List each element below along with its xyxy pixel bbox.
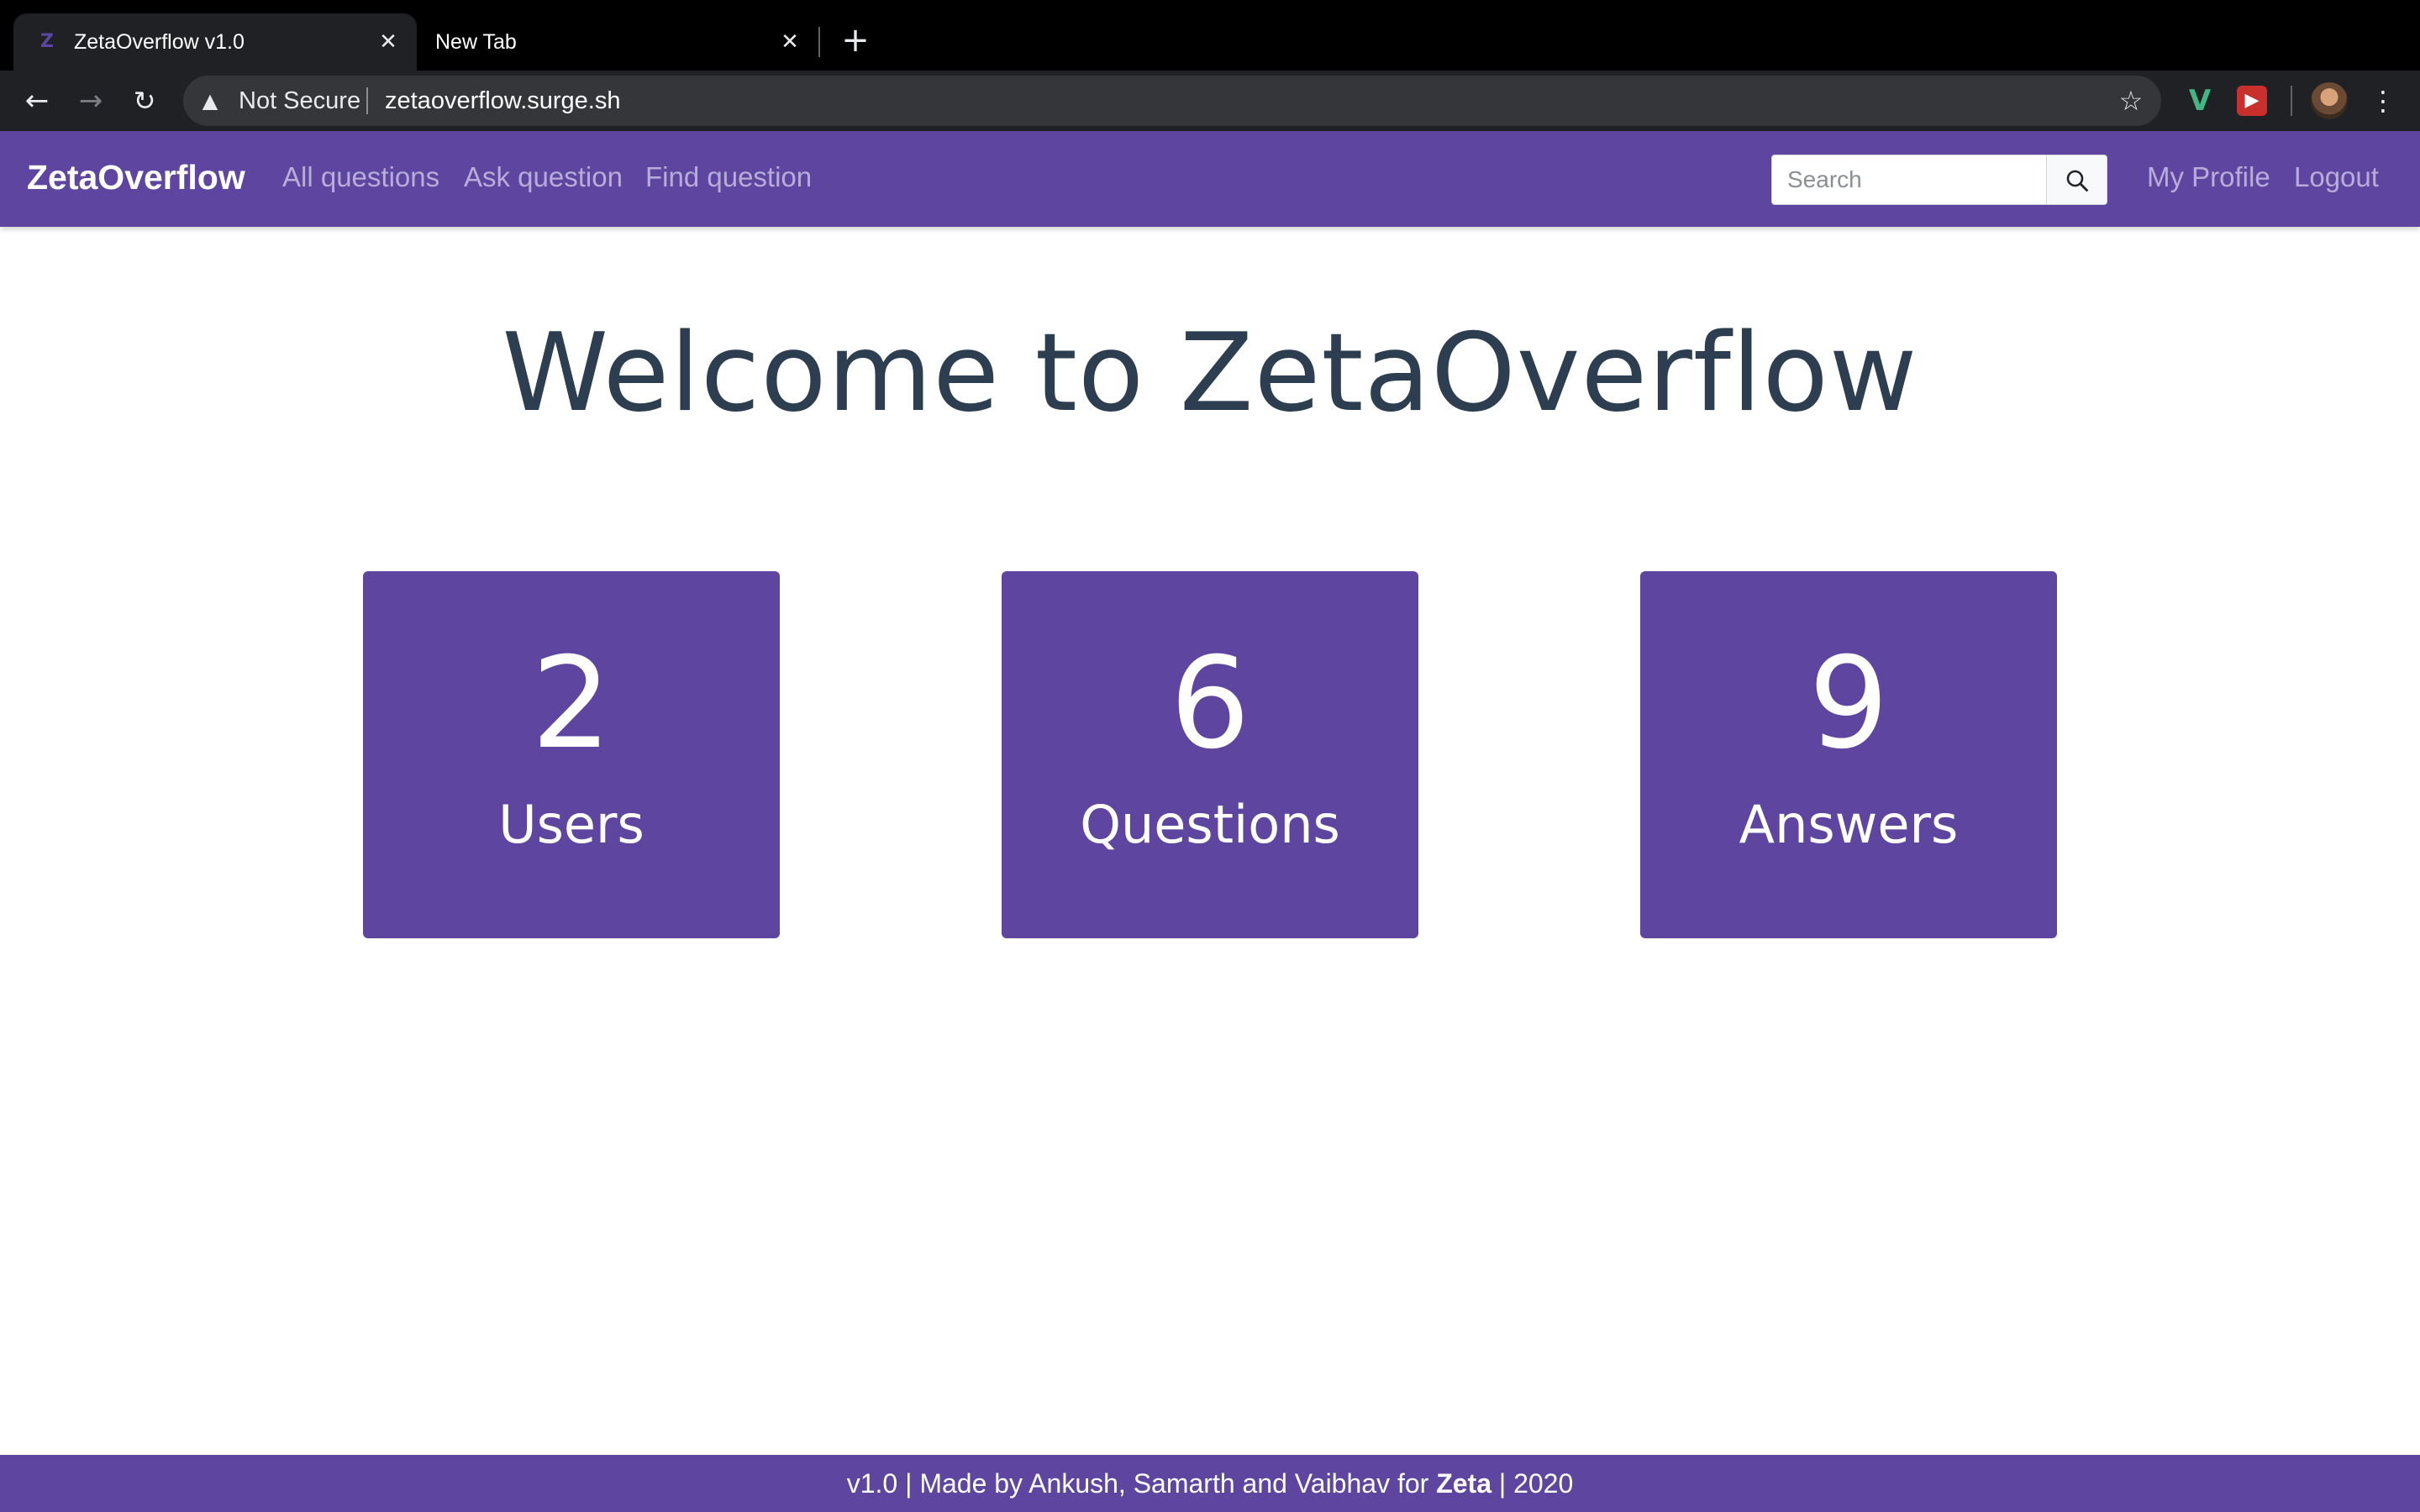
stat-card-questions: 6 Questions [1002,571,1418,938]
stat-label: Users [498,794,644,855]
warning-icon[interactable]: ▲ [198,89,222,113]
toolbar-separator [2291,86,2292,116]
tab-zetaoverflow[interactable]: Z ZetaOverflow v1.0 ✕ [13,13,417,71]
tab-title: New Tab [435,30,517,54]
url-text[interactable]: zetaoverflow.surge.sh [385,87,620,114]
footer-year: | 2020 [1491,1468,1574,1499]
stat-card-answers: 9 Answers [1640,571,2057,938]
back-arrow-icon[interactable]: ← [17,81,57,121]
app-navbar: ZetaOverflow All questions Ask question … [0,131,2420,227]
red-extension-icon[interactable]: ▶ [2237,86,2267,116]
stat-value: 9 [1808,631,1889,777]
security-status[interactable]: Not Secure [239,87,360,114]
close-tab-icon[interactable]: ✕ [375,29,402,55]
search-button[interactable] [2047,155,2107,205]
kebab-menu-icon[interactable]: ⋮ [2368,82,2398,119]
nav-logout[interactable]: Logout [2294,160,2379,195]
footer-credits: v1.0 | Made by Ankush, Samarth and Vaibh… [846,1468,1437,1499]
forward-arrow-icon[interactable]: → [71,81,111,121]
bookmark-star-icon[interactable]: ☆ [2116,86,2146,116]
nav-find-question[interactable]: Find question [645,160,812,195]
stat-value: 2 [531,631,612,777]
address-bar[interactable]: ▲ Not Secure zetaoverflow.surge.sh ☆ [183,76,2161,126]
zeta-favicon-icon: Z [40,31,54,52]
stat-label: Answers [1739,794,1959,855]
brand-logo[interactable]: ZetaOverflow [27,156,245,198]
nav-all-questions[interactable]: All questions [282,160,439,195]
address-divider [366,87,368,114]
browser-toolbar: ← → ↻ ▲ Not Secure zetaoverflow.surge.sh… [0,71,2420,131]
tab-title: ZetaOverflow v1.0 [74,30,245,54]
tab-separator [818,27,820,57]
footer-zeta: Zeta [1436,1468,1491,1499]
search-input[interactable] [1771,155,2047,205]
browser-tab-strip: Z ZetaOverflow v1.0 ✕ New Tab ✕ + [0,0,2420,71]
footer: v1.0 | Made by Ankush, Samarth and Vaibh… [0,1455,2420,1512]
stat-label: Questions [1080,794,1340,855]
nav-ask-question[interactable]: Ask question [464,160,623,195]
search-icon [2066,170,2088,192]
tab-new-tab[interactable]: New Tab ✕ [417,13,818,71]
page-title: Welcome to ZetaOverflow [502,311,1918,436]
profile-avatar[interactable] [2311,82,2348,119]
stat-value: 6 [1170,631,1250,777]
new-tab-plus-icon[interactable]: + [837,22,874,59]
reload-icon[interactable]: ↻ [124,81,165,121]
stat-card-users: 2 Users [363,571,780,938]
close-tab-icon[interactable]: ✕ [776,29,803,55]
vue-devtools-icon[interactable]: V [2183,84,2217,118]
nav-my-profile[interactable]: My Profile [2147,160,2270,195]
